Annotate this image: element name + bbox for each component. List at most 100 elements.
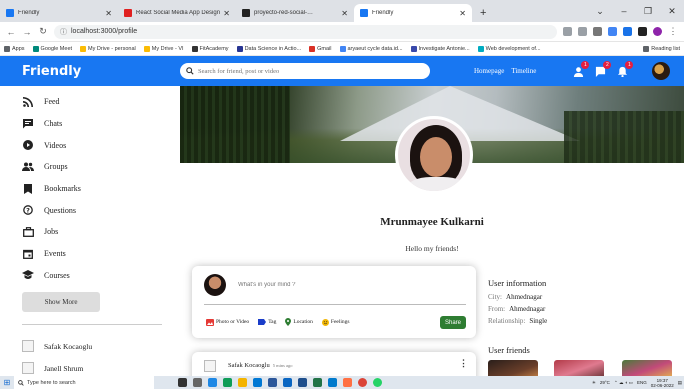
chrome-icon[interactable] [358,378,367,387]
taskbar-search[interactable]: Type here to search [14,376,154,389]
notification-center-icon[interactable]: ▤ [678,380,682,386]
app-icon[interactable] [253,378,262,387]
search-bar[interactable] [180,63,430,79]
puzzle-icon[interactable] [638,27,647,36]
emoji-icon [321,318,329,326]
new-tab-button[interactable]: + [472,4,494,22]
forward-icon[interactable]: → [22,27,32,37]
sidebar-item-videos[interactable]: Videos [22,134,180,156]
app-icon[interactable] [283,378,292,387]
close-tab-icon[interactable]: ✕ [223,9,230,18]
bookmark-item[interactable]: FitAcademy [191,45,229,52]
share-button[interactable]: Share [440,316,466,329]
extension-icon[interactable] [578,27,587,36]
sidebar-item-bookmarks[interactable]: Bookmarks [22,178,180,200]
app-icon[interactable] [223,378,232,387]
friend-thumbnail[interactable] [554,360,604,376]
homepage-link[interactable]: Homepage [474,67,504,75]
sidebar-item-events[interactable]: Events [22,243,180,265]
more-options-icon[interactable]: ⋮ [459,358,468,369]
sidebar: Feed Chats Videos Groups Bookmarks ? Que… [0,86,180,376]
share-box: Photo or Video Tag Location Feelings Sha… [192,266,476,338]
weather-text[interactable]: 29°C [600,380,610,385]
app-icon[interactable] [298,378,307,387]
close-window-button[interactable]: ✕ [660,6,684,17]
tray-icons[interactable]: ⌃ ☁ ◖ ▭ [614,380,633,386]
user-info-title: User information [488,278,547,288]
windows-taskbar: ⊞ Type here to search ☀ 29°C ⌃ ☁ ◖ ▭ ENG [0,376,684,389]
bookmark-icon [22,183,34,195]
minimize-button[interactable]: – [612,6,636,16]
address-bar[interactable]: ⓘ localhost:3000/profile [54,24,557,39]
extension-icon[interactable] [608,27,617,36]
sidebar-item-questions[interactable]: ? Questions [22,199,180,221]
sidebar-item-chats[interactable]: Chats [22,113,180,135]
friend-list-item[interactable]: Safak Kocaoglu [22,335,180,357]
maximize-button[interactable]: ❐ [636,6,660,17]
tab-search-icon[interactable]: ⌄ [588,6,612,17]
task-view-icon[interactable] [178,378,187,387]
star-icon[interactable] [593,27,602,36]
photo-video-option[interactable]: Photo or Video [206,318,249,326]
browser-tab[interactable]: React Social Media App Design Tut ✕ [118,4,236,22]
bookmark-item[interactable]: Gmail [309,45,332,52]
reading-list-button[interactable]: Reading list [643,45,680,52]
share-input[interactable] [238,282,438,288]
sidebar-item-courses[interactable]: Courses [22,265,180,287]
sidebar-item-label: Events [44,249,66,259]
post-author: Safak Kocaoglu 5 mins ago [228,362,292,369]
whatsapp-icon[interactable] [373,378,382,387]
search-input[interactable] [198,67,418,75]
bell-icon[interactable]: 1 [616,61,634,77]
bookmark-item[interactable]: Data Science in Actio... [236,45,301,52]
extension-icon[interactable] [623,27,632,36]
close-tab-icon[interactable]: ✕ [105,9,112,18]
bookmark-item[interactable]: Google Meet [32,45,72,52]
feelings-option[interactable]: Feelings [321,318,350,326]
timeline-link[interactable]: Timeline [511,67,536,75]
bookmark-item[interactable]: Investigate Antonie... [410,45,470,52]
profile-icon[interactable] [653,27,662,36]
bookmark-item[interactable]: Apps [4,45,25,52]
close-tab-icon[interactable]: ✕ [459,9,466,18]
friend-thumbnail[interactable] [488,360,538,376]
browser-tab[interactable]: Friendly ✕ [0,4,118,22]
app-logo[interactable]: Friendly [0,64,180,79]
vscode-icon[interactable] [328,378,337,387]
browser-tab-active[interactable]: Friendly ✕ [354,4,472,22]
location-option[interactable]: Location [285,318,313,326]
language-indicator[interactable]: ENG [637,380,647,385]
close-tab-icon[interactable]: ✕ [341,9,348,18]
menu-icon[interactable]: ⋮ [668,26,678,37]
post-author-avatar[interactable] [204,360,216,372]
chat-icon[interactable]: 2 [594,61,612,77]
user-avatar[interactable] [652,62,670,80]
person-icon[interactable]: 1 [572,61,590,77]
clock[interactable]: 19:37 02-06-2022 [651,378,674,388]
friend-list-item[interactable]: Janell Shrum [22,357,180,376]
app-icon[interactable] [268,378,277,387]
reload-icon[interactable]: ↻ [38,26,48,37]
sidebar-item-groups[interactable]: Groups [22,156,180,178]
app-icon[interactable] [313,378,322,387]
widgets-icon[interactable] [193,378,202,387]
app-icon[interactable] [343,378,352,387]
tag-option[interactable]: Tag [258,318,276,326]
browser-tab[interactable]: proyecto-red-social-… ✕ [236,4,354,22]
bookmark-item[interactable]: My Drive - personal [80,45,136,52]
sidebar-item-jobs[interactable]: Jobs [22,221,180,243]
post-author-name[interactable]: Safak Kocaoglu [228,362,270,369]
divider [204,304,466,305]
bookmark-item[interactable]: aryaeut cycle data.id... [339,45,403,52]
show-more-button[interactable]: Show More [22,292,100,313]
extension-icon[interactable] [563,27,572,36]
friend-thumbnail[interactable] [622,360,672,376]
app-icon[interactable] [208,378,217,387]
windows-start-icon[interactable]: ⊞ [0,378,14,387]
sidebar-item-feed[interactable]: Feed [22,91,180,113]
file-explorer-icon[interactable] [238,378,247,387]
bookmark-item[interactable]: My Drive - VI [143,45,184,52]
site-info-icon[interactable]: ⓘ [60,27,67,37]
back-icon[interactable]: ← [6,27,16,37]
bookmark-item[interactable]: Web development of... [477,45,541,52]
